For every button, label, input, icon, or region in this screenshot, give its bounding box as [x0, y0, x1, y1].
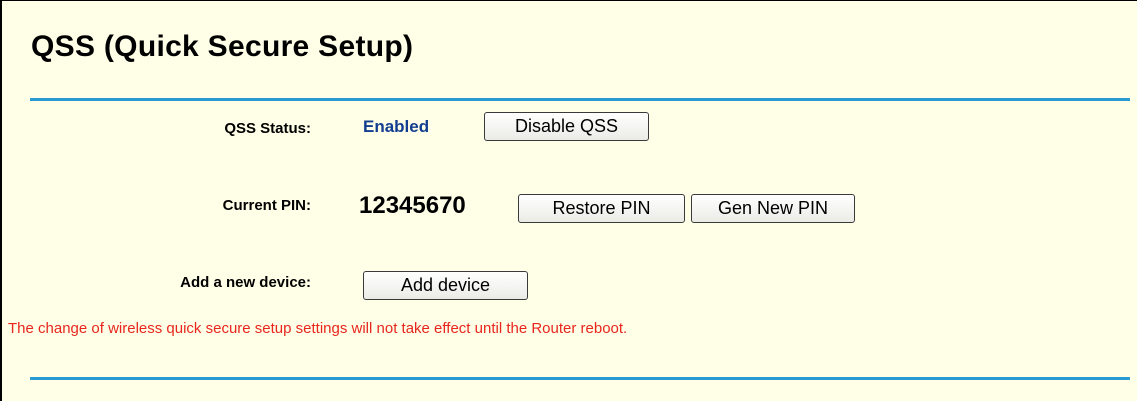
qss-status-value: Enabled — [363, 117, 430, 136]
qss-settings-panel: QSS (Quick Secure Setup) QSS Status: Ena… — [0, 0, 1137, 401]
gen-new-pin-button[interactable]: Gen New PIN — [691, 194, 855, 223]
page-title: QSS (Quick Secure Setup) — [31, 30, 414, 63]
disable-qss-button[interactable]: Disable QSS — [484, 112, 649, 141]
current-pin-value: 12345670 — [359, 192, 466, 219]
top-divider — [30, 98, 1130, 101]
add-device-label: Add a new device: — [180, 274, 311, 291]
qss-status-label: QSS Status: — [224, 120, 311, 137]
current-pin-label: Current PIN: — [222, 197, 311, 214]
restore-pin-button[interactable]: Restore PIN — [518, 194, 685, 223]
reboot-notice: The change of wireless quick secure setu… — [8, 320, 628, 337]
add-device-button[interactable]: Add device — [363, 271, 528, 300]
bottom-divider — [30, 377, 1130, 380]
